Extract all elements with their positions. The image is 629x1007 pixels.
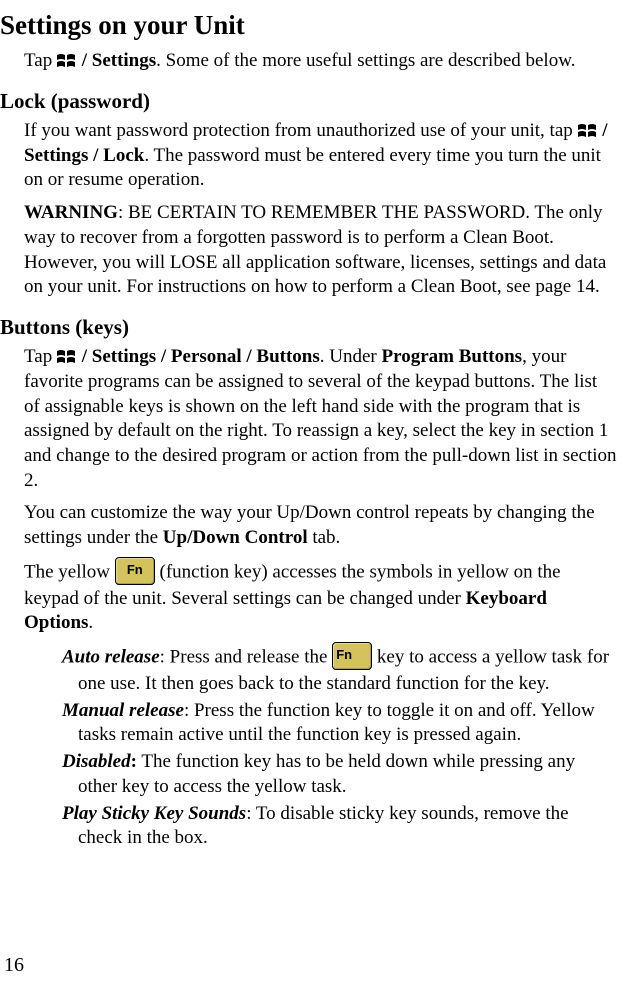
buttons-text-b: . Under <box>320 346 382 367</box>
windows-icon <box>578 122 598 138</box>
settings-path: / Settings <box>77 50 156 71</box>
buttons-paragraph-1: Tap / Settings / Personal / Buttons. Und… <box>24 345 617 493</box>
disabled-label: Disabled <box>62 751 131 772</box>
lock-text-a: If you want password protection from una… <box>24 120 578 141</box>
fn-key-icon: Fn <box>332 642 372 670</box>
intro-paragraph: Tap / Settings. Some of the more useful … <box>24 49 617 74</box>
page-number: 16 <box>4 952 24 978</box>
updown-control-label: Up/Down Control <box>163 527 308 548</box>
intro-rest: . Some of the more useful settings are d… <box>156 50 575 71</box>
option-manual-release: Manual release: Press the function key t… <box>78 699 617 748</box>
buttons-text-d: , your favorite programs can be assigned… <box>24 346 617 490</box>
option-auto-release: Auto release: Press and release the Fn k… <box>78 644 617 697</box>
program-buttons-label: Program Buttons <box>382 346 523 367</box>
page-title: Settings on your Unit <box>0 8 617 43</box>
fn-text-d: . <box>88 612 93 633</box>
keyboard-options-list: Auto release: Press and release the Fn k… <box>62 644 617 851</box>
auto-text-a: : Press and release the <box>160 646 333 667</box>
windows-icon <box>57 52 77 68</box>
buttons-text-a: Tap <box>24 346 57 367</box>
option-disabled: Disabled: The function key has to be hel… <box>78 750 617 799</box>
buttons-heading: Buttons (keys) <box>0 314 617 341</box>
buttons-paragraph-3: The yellow Fn (function key) accesses th… <box>24 559 617 636</box>
buttons-path: / Settings / Personal / Buttons <box>77 346 320 367</box>
updown-text-c: tab. <box>308 527 341 548</box>
auto-release-label: Auto release <box>62 646 160 667</box>
option-sticky-sounds: Play Sticky Key Sounds: To disable stick… <box>78 802 617 851</box>
lock-warning: WARNING: BE CERTAIN TO REMEMBER THE PASS… <box>24 201 617 300</box>
buttons-paragraph-2: You can customize the way your Up/Down c… <box>24 501 617 550</box>
lock-paragraph-1: If you want password protection from una… <box>24 119 617 193</box>
text-tap: Tap <box>24 50 57 71</box>
fn-text-a: The yellow <box>24 561 115 582</box>
fn-key-icon: Fn <box>115 557 155 585</box>
sticky-label: Play Sticky Key Sounds <box>62 803 246 824</box>
windows-icon <box>57 348 77 364</box>
manual-release-label: Manual release <box>62 700 184 721</box>
warning-label: WARNING <box>24 202 118 223</box>
disabled-text: The function key has to be held down whi… <box>78 751 575 797</box>
lock-heading: Lock (password) <box>0 88 617 115</box>
